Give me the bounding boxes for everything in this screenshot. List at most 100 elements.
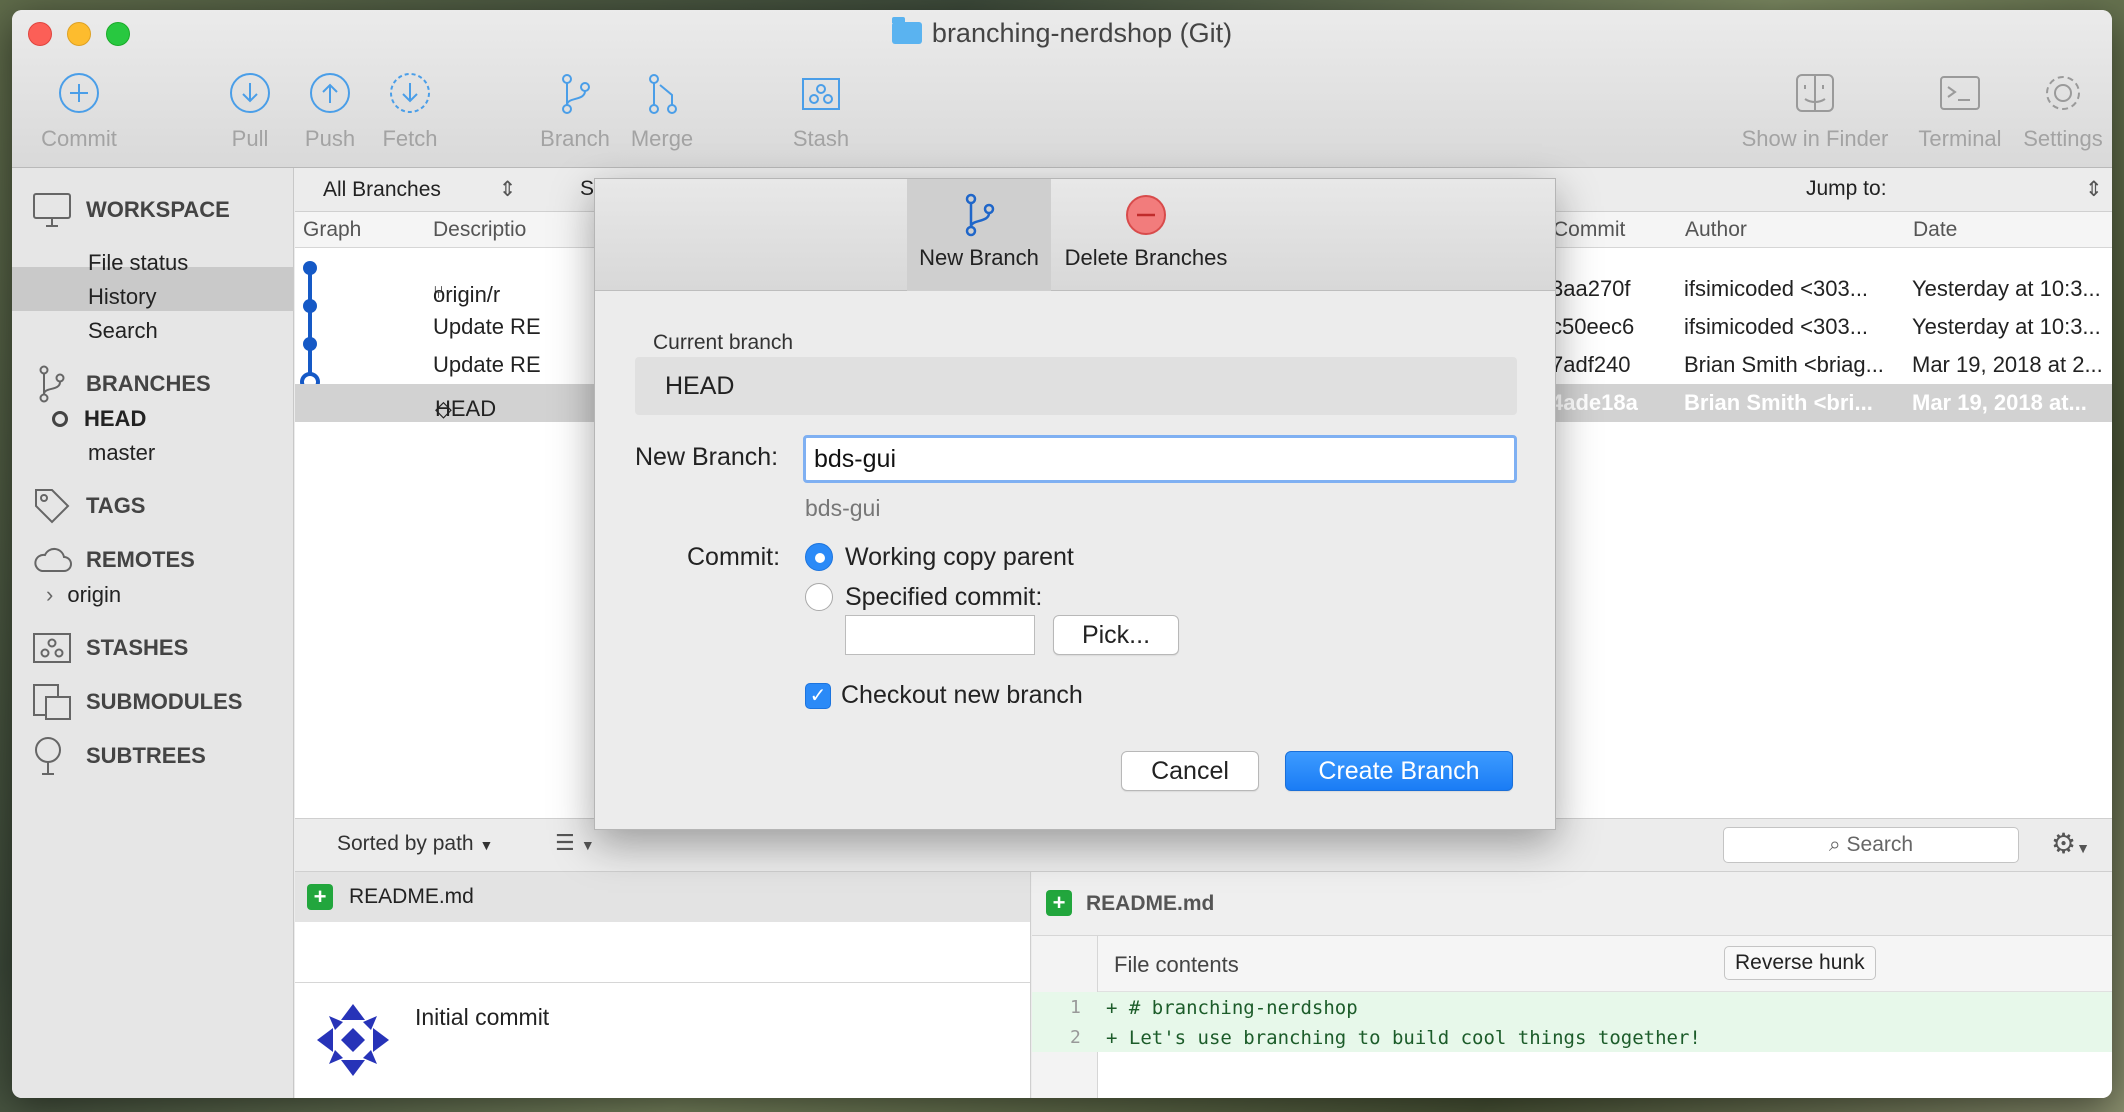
- sidebar-section-workspace[interactable]: WORKSPACE: [32, 190, 230, 230]
- branch-name-preview: bds-gui: [805, 495, 881, 521]
- hunk-header: File contents Reverse hunk: [1098, 936, 2112, 992]
- tree-icon: [32, 736, 72, 776]
- stash-icon: [32, 628, 72, 668]
- tab-new-branch[interactable]: New Branch: [907, 179, 1051, 291]
- jump-to-select[interactable]: ⇕: [2085, 177, 2103, 202]
- new-branch-name-input[interactable]: [803, 435, 1517, 483]
- sidebar-section-branches[interactable]: BRANCHES: [32, 364, 211, 404]
- checkout-new-branch-label[interactable]: Checkout new branch: [841, 681, 1083, 710]
- window-title: branching-nerdshop (Git): [12, 17, 2112, 49]
- current-branch-indicator-icon: [52, 411, 68, 427]
- tag-icon: [32, 486, 72, 526]
- terminal-icon: [1937, 70, 1983, 116]
- checkmark-icon: ✓: [809, 685, 827, 707]
- app-window: branching-nerdshop (Git) Commit Pull Pus…: [12, 10, 2112, 1098]
- tab-delete-branches[interactable]: Delete Branches: [1051, 179, 1241, 291]
- current-branch-label: Current branch: [653, 331, 794, 354]
- pick-button[interactable]: Pick...: [1053, 615, 1179, 655]
- column-author[interactable]: Author: [1685, 218, 1747, 242]
- cloud-icon: [32, 540, 72, 580]
- working-copy-parent-label[interactable]: Working copy parent: [845, 543, 1074, 572]
- terminal-button[interactable]: Terminal: [1900, 70, 2020, 152]
- branch-icon: [32, 364, 72, 404]
- file-row[interactable]: + README.md: [295, 872, 1030, 922]
- sidebar-section-tags[interactable]: TAGS: [32, 486, 145, 526]
- gear-icon: ⚙: [2051, 828, 2077, 859]
- push-button[interactable]: Push: [290, 70, 370, 152]
- checkout-new-branch-checkbox[interactable]: ✓: [805, 683, 831, 709]
- commit-button[interactable]: Commit: [24, 70, 134, 152]
- column-commit[interactable]: Commit: [1553, 218, 1625, 242]
- diff-line: 1 + # branching-nerdshop: [1032, 992, 2112, 1022]
- fetch-button[interactable]: Fetch: [367, 70, 453, 152]
- gear-icon: [2040, 70, 2086, 116]
- branch-filter-select[interactable]: All Branches ⇕: [323, 177, 516, 202]
- file-list-panel: + README.md Initial commit: [295, 872, 1031, 1098]
- push-icon: [307, 70, 353, 116]
- search-input[interactable]: ⌕ Search: [1723, 827, 2019, 863]
- column-description[interactable]: Descriptio: [433, 218, 526, 242]
- merge-button[interactable]: Merge: [612, 70, 712, 152]
- list-icon: ☰: [555, 830, 575, 855]
- settings-button[interactable]: Settings: [2008, 70, 2112, 152]
- merge-icon: [639, 70, 685, 116]
- column-graph[interactable]: Graph: [303, 218, 361, 242]
- new-branch-dialog: New Branch Delete Branches Current branc…: [594, 178, 1556, 830]
- show-in-finder-button[interactable]: Show in Finder: [1730, 70, 1900, 152]
- current-branch-value: HEAD: [635, 357, 1517, 415]
- branch-button[interactable]: Branch: [525, 70, 625, 152]
- sidebar-item-master[interactable]: master: [88, 440, 155, 466]
- sort-select[interactable]: S: [580, 177, 594, 201]
- pull-button[interactable]: Pull: [210, 70, 290, 152]
- specified-commit-input[interactable]: [845, 615, 1035, 655]
- jump-to-label: Jump to:: [1806, 177, 1887, 200]
- chevron-down-icon: ▼: [2076, 840, 2090, 856]
- chevron-right-icon[interactable]: ›: [46, 582, 53, 607]
- divider: [295, 982, 1030, 983]
- monitor-icon: [32, 190, 72, 230]
- search-icon: ⌕: [1828, 833, 1841, 856]
- finder-icon: [1792, 70, 1838, 116]
- folder-icon: [891, 17, 922, 44]
- submodule-icon: [32, 682, 72, 722]
- avatar: [313, 1000, 393, 1080]
- sidebar-item-origin[interactable]: › origin: [46, 582, 121, 608]
- plus-circle-icon: [56, 70, 102, 116]
- toolbar: branching-nerdshop (Git) Commit Pull Pus…: [12, 10, 2112, 168]
- branch-icon: [955, 191, 1003, 239]
- chevron-down-icon: ▼: [580, 837, 595, 853]
- pull-icon: [227, 70, 273, 116]
- view-options-dropdown[interactable]: ☰ ▼: [555, 830, 595, 856]
- cancel-button[interactable]: Cancel: [1121, 751, 1259, 791]
- sidebar: WORKSPACE File status History Search BRA…: [12, 168, 294, 1098]
- branch-icon: [552, 70, 598, 116]
- fetch-icon: [387, 70, 433, 116]
- sidebar-item-history[interactable]: History: [88, 284, 156, 310]
- specified-commit-radio[interactable]: [805, 583, 833, 611]
- dialog-tab-bar: New Branch Delete Branches: [595, 179, 1555, 291]
- added-file-icon: +: [307, 884, 333, 910]
- commit-label: Commit:: [687, 543, 781, 571]
- diff-header: + README.md: [1032, 872, 2112, 936]
- sidebar-section-submodules[interactable]: SUBMODULES: [32, 682, 242, 722]
- added-file-icon: +: [1046, 890, 1072, 916]
- commit-message: Initial commit: [415, 1004, 550, 1030]
- reverse-hunk-button[interactable]: Reverse hunk: [1724, 946, 1876, 980]
- minus-circle-icon: [1122, 191, 1170, 239]
- column-date[interactable]: Date: [1913, 218, 1957, 242]
- sidebar-section-stashes[interactable]: STASHES: [32, 628, 188, 668]
- sidebar-item-search[interactable]: Search: [88, 318, 158, 344]
- sidebar-section-remotes[interactable]: REMOTES: [32, 540, 195, 580]
- sidebar-item-head[interactable]: HEAD: [52, 406, 146, 432]
- working-copy-parent-radio[interactable]: [805, 543, 833, 571]
- gear-dropdown[interactable]: ⚙▼: [2051, 827, 2090, 860]
- create-branch-button[interactable]: Create Branch: [1285, 751, 1513, 791]
- up-down-chevron-icon: ⇕: [2085, 178, 2103, 201]
- stash-button[interactable]: Stash: [776, 70, 866, 152]
- stash-icon: [798, 70, 844, 116]
- sidebar-item-file-status[interactable]: File status: [88, 250, 188, 276]
- sort-by-dropdown[interactable]: Sorted by path ▼: [337, 832, 493, 856]
- diff-line: 2 + Let's use branching to build cool th…: [1032, 1022, 2112, 1052]
- specified-commit-label[interactable]: Specified commit:: [845, 583, 1042, 612]
- sidebar-section-subtrees[interactable]: SUBTREES: [32, 736, 206, 776]
